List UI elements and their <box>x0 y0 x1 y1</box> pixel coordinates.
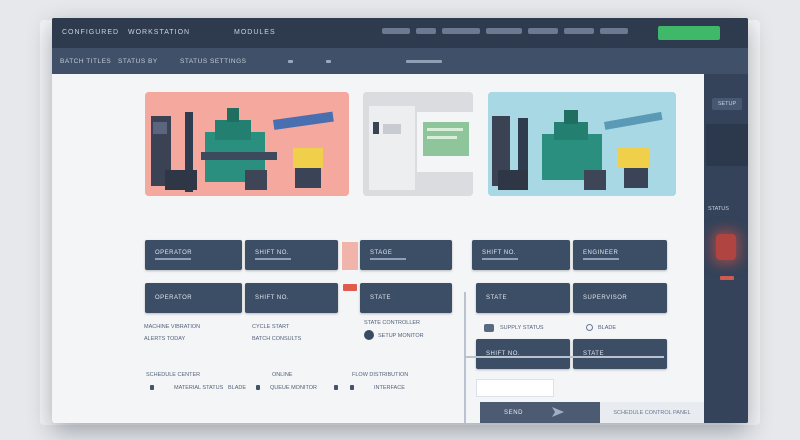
right-panel: SETUP STATUS <box>704 74 748 423</box>
machine-image-card[interactable] <box>145 92 349 196</box>
tile-label: OPERATOR <box>155 295 193 301</box>
alert-light-icon <box>716 234 736 260</box>
toolbar-control[interactable] <box>486 28 522 34</box>
alert-marker <box>342 242 358 270</box>
footer-caption: MATERIAL STATUS <box>174 385 224 391</box>
subbar-marker <box>288 60 293 63</box>
status-tile[interactable]: OPERATOR <box>145 240 242 270</box>
tile-label: SHIFT NO. <box>482 250 517 256</box>
footer-caption: FLOW DISTRIBUTION <box>352 372 409 378</box>
footer-caption: SCHEDULE CENTER <box>146 372 201 378</box>
status-tile[interactable]: SHIFT NO. <box>245 283 338 313</box>
footer-caption: INTERFACE <box>374 385 405 391</box>
tile-label: STATE <box>370 295 391 301</box>
toolbar-control[interactable] <box>528 28 558 34</box>
toolbar-control[interactable] <box>600 28 628 34</box>
tile-label: SHIFT NO. <box>255 250 290 256</box>
machine-illustration-alt <box>488 92 676 196</box>
footer-bullet <box>150 385 154 390</box>
tile-label: STAGE <box>370 250 393 256</box>
footer-bullet <box>256 385 260 390</box>
status-tile[interactable]: SUPERVISOR <box>573 283 667 313</box>
app-subtitle: WORKSTATION <box>128 29 191 36</box>
tile-subline <box>255 258 291 260</box>
main-content: OPERATOR SHIFT NO. OPERATOR SHIFT NO. ST… <box>52 74 704 423</box>
caption: SETUP MONITOR <box>378 333 424 339</box>
secondary-panel-button[interactable]: SCHEDULE CONTROL PANEL <box>600 402 704 423</box>
user-avatar-icon[interactable] <box>364 330 374 340</box>
tile-subline <box>583 258 619 260</box>
caption: BATCH CONSULTS <box>252 336 302 342</box>
status-tile[interactable]: STAGE <box>360 240 452 270</box>
tile-subline <box>482 258 518 260</box>
bottom-action-bar: SEND SCHEDULE CONTROL PANEL <box>480 402 704 423</box>
title-bar: CONFIGURED WORKSTATION MODULES <box>52 18 748 48</box>
app-title: CONFIGURED <box>62 29 120 36</box>
app-window: CONFIGURED WORKSTATION MODULES BATCH TIT… <box>52 18 748 423</box>
tile-label: SUPERVISOR <box>583 295 628 301</box>
tile-label: STATE <box>486 295 507 301</box>
caption: CYCLE START <box>252 324 290 330</box>
status-tile[interactable]: SHIFT NO. <box>476 339 570 369</box>
tile-label: OPERATOR <box>155 250 193 256</box>
app-section: MODULES <box>234 29 276 36</box>
caption: BLADE <box>598 325 617 331</box>
subbar-item[interactable]: BATCH TITLES <box>60 58 111 65</box>
status-tile[interactable]: ENGINEER <box>573 240 667 270</box>
subbar-item[interactable]: STATUS BY <box>118 58 158 65</box>
send-button[interactable]: SEND <box>480 402 600 423</box>
status-tile[interactable]: SHIFT NO. <box>472 240 570 270</box>
footer-bullet <box>350 385 354 390</box>
sub-toolbar: BATCH TITLES STATUS BY STATUS SETTINGS <box>52 48 748 74</box>
footer-caption: ONLINE <box>272 372 293 378</box>
footer-caption: BLADE <box>228 385 247 391</box>
toggle-icon[interactable] <box>586 324 593 331</box>
alert-indicator <box>720 276 734 280</box>
secondary-panel-label: SCHEDULE CONTROL PANEL <box>613 409 691 416</box>
status-pill-icon <box>484 324 494 332</box>
toolbar-control[interactable] <box>564 28 594 34</box>
primary-action-button[interactable] <box>658 26 720 40</box>
caption: STATE CONTROLLER <box>364 320 421 326</box>
message-input[interactable] <box>476 379 554 397</box>
send-button-label: SEND <box>504 409 524 416</box>
toolbar-control[interactable] <box>416 28 436 34</box>
tile-subline <box>370 258 406 260</box>
status-tile[interactable]: OPERATOR <box>145 283 242 313</box>
toolbar-control[interactable] <box>442 28 480 34</box>
right-panel-block <box>706 124 748 166</box>
status-tile[interactable]: STATE <box>476 283 570 313</box>
control-panel-image-card[interactable] <box>363 92 473 196</box>
subbar-indicator <box>406 60 442 63</box>
caption: SUPPLY STATUS <box>500 325 544 331</box>
toolbar-control[interactable] <box>382 28 410 34</box>
status-tile[interactable]: STATE <box>360 283 452 313</box>
footer-bullet <box>334 385 338 390</box>
status-tile[interactable]: STATE <box>573 339 667 369</box>
control-panel-illustration <box>363 92 473 196</box>
right-panel-label: STATUS <box>708 206 729 212</box>
footer-caption: QUEUE MONITOR <box>270 385 317 391</box>
caption: ALERTS TODAY <box>144 336 186 342</box>
subbar-item[interactable]: STATUS SETTINGS <box>180 58 247 65</box>
tile-label: SHIFT NO. <box>255 295 290 301</box>
send-icon <box>552 407 564 417</box>
machine-image-card-alt[interactable] <box>488 92 676 196</box>
tile-label: ENGINEER <box>583 250 619 256</box>
status-tile[interactable]: SHIFT NO. <box>245 240 338 270</box>
toolbar-controls <box>382 28 628 34</box>
caption: MACHINE VIBRATION <box>144 324 201 330</box>
row-divider <box>464 356 664 358</box>
machine-illustration <box>145 92 349 196</box>
subbar-marker <box>326 60 331 63</box>
tile-subline <box>155 258 191 260</box>
right-panel-tag[interactable]: SETUP <box>712 98 742 110</box>
alert-badge <box>343 284 357 291</box>
